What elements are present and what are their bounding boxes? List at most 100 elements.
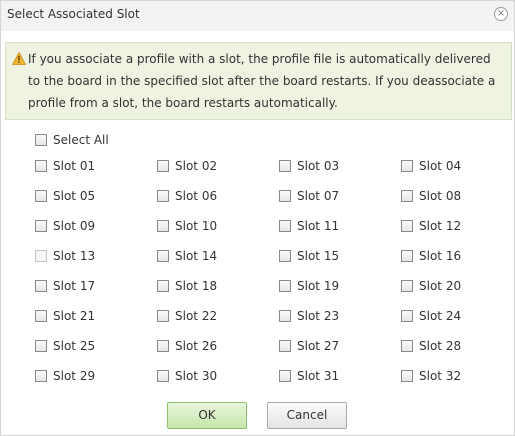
slot-option[interactable]: Slot 08: [401, 189, 461, 203]
slot-label: Slot 28: [419, 339, 462, 353]
slot-option[interactable]: Slot 21: [35, 309, 95, 323]
select-associated-slot-dialog: Select Associated Slot × If you associat…: [0, 0, 515, 436]
slot-option[interactable]: Slot 30: [157, 369, 217, 383]
slot-option[interactable]: Slot 16: [401, 249, 461, 263]
slot-checkbox[interactable]: [35, 340, 47, 352]
slot-option[interactable]: Slot 23: [279, 309, 339, 323]
slot-checkbox[interactable]: [279, 160, 291, 172]
slot-label: Slot 03: [297, 159, 340, 173]
slot-checkbox[interactable]: [401, 220, 413, 232]
slot-option: Slot 13: [35, 249, 95, 263]
slot-checkbox[interactable]: [157, 370, 169, 382]
slot-option[interactable]: Slot 31: [279, 369, 339, 383]
slot-checkbox[interactable]: [157, 190, 169, 202]
slot-option[interactable]: Slot 09: [35, 219, 95, 233]
slot-checkbox[interactable]: [157, 220, 169, 232]
slot-checkbox[interactable]: [279, 370, 291, 382]
slot-option[interactable]: Slot 18: [157, 279, 217, 293]
slot-option[interactable]: Slot 12: [401, 219, 461, 233]
slot-label: Slot 14: [175, 249, 218, 263]
select-all-label: Select All: [53, 133, 109, 147]
slot-checkbox[interactable]: [157, 340, 169, 352]
slot-checkbox[interactable]: [279, 250, 291, 262]
slot-option[interactable]: Slot 01: [35, 159, 95, 173]
cancel-button[interactable]: Cancel: [267, 402, 347, 429]
slot-checkbox[interactable]: [35, 310, 47, 322]
warning-triangle-icon: [12, 52, 26, 65]
slot-checkbox[interactable]: [157, 250, 169, 262]
slot-label: Slot 16: [419, 249, 462, 263]
slot-option[interactable]: Slot 07: [279, 189, 339, 203]
slot-label: Slot 29: [53, 369, 96, 383]
slot-option[interactable]: Slot 22: [157, 309, 217, 323]
slot-label: Slot 32: [419, 369, 462, 383]
slot-label: Slot 02: [175, 159, 218, 173]
slot-checkbox[interactable]: [157, 160, 169, 172]
slot-checkbox[interactable]: [279, 310, 291, 322]
slot-checkbox[interactable]: [401, 160, 413, 172]
slot-label: Slot 15: [297, 249, 340, 263]
slot-option[interactable]: Slot 19: [279, 279, 339, 293]
slot-checkbox[interactable]: [35, 280, 47, 292]
slot-option[interactable]: Slot 02: [157, 159, 217, 173]
slot-label: Slot 23: [297, 309, 340, 323]
slot-checkbox[interactable]: [401, 310, 413, 322]
slot-option[interactable]: Slot 32: [401, 369, 461, 383]
slot-option[interactable]: Slot 14: [157, 249, 217, 263]
slot-label: Slot 01: [53, 159, 96, 173]
slot-checkbox[interactable]: [401, 250, 413, 262]
slot-checkbox[interactable]: [401, 280, 413, 292]
slot-option[interactable]: Slot 15: [279, 249, 339, 263]
slot-checkbox[interactable]: [401, 370, 413, 382]
slot-option[interactable]: Slot 06: [157, 189, 217, 203]
select-all-checkbox[interactable]: [35, 134, 47, 146]
slot-label: Slot 08: [419, 189, 462, 203]
slot-label: Slot 05: [53, 189, 96, 203]
ok-button[interactable]: OK: [167, 402, 247, 429]
slot-checkbox: [35, 250, 47, 262]
close-icon[interactable]: ×: [494, 7, 508, 21]
slot-label: Slot 27: [297, 339, 340, 353]
slot-checkbox[interactable]: [279, 340, 291, 352]
slot-option[interactable]: Slot 03: [279, 159, 339, 173]
slot-option[interactable]: Slot 17: [35, 279, 95, 293]
slot-label: Slot 12: [419, 219, 462, 233]
slot-checkbox[interactable]: [157, 310, 169, 322]
slot-label: Slot 06: [175, 189, 218, 203]
slot-checkbox[interactable]: [35, 190, 47, 202]
slot-option[interactable]: Slot 26: [157, 339, 217, 353]
slot-option[interactable]: Slot 24: [401, 309, 461, 323]
slot-label: Slot 22: [175, 309, 218, 323]
notice-text: If you associate a profile with a slot, …: [28, 52, 496, 110]
slot-label: Slot 04: [419, 159, 462, 173]
slot-option[interactable]: Slot 10: [157, 219, 217, 233]
slot-label: Slot 30: [175, 369, 218, 383]
slot-checkbox[interactable]: [157, 280, 169, 292]
slot-option[interactable]: Slot 20: [401, 279, 461, 293]
slot-label: Slot 18: [175, 279, 218, 293]
slot-option[interactable]: Slot 04: [401, 159, 461, 173]
slot-label: Slot 09: [53, 219, 96, 233]
slot-option[interactable]: Slot 11: [279, 219, 339, 233]
slot-label: Slot 11: [297, 219, 340, 233]
slot-option[interactable]: Slot 05: [35, 189, 95, 203]
slot-label: Slot 10: [175, 219, 218, 233]
slot-option[interactable]: Slot 28: [401, 339, 461, 353]
slot-checkbox[interactable]: [279, 220, 291, 232]
select-all-option[interactable]: Select All: [35, 133, 109, 147]
slot-option[interactable]: Slot 27: [279, 339, 339, 353]
slot-checkbox[interactable]: [401, 190, 413, 202]
slot-checkbox[interactable]: [35, 370, 47, 382]
slot-label: Slot 21: [53, 309, 96, 323]
slot-option[interactable]: Slot 25: [35, 339, 95, 353]
slot-label: Slot 13: [53, 249, 96, 263]
slot-checkbox[interactable]: [279, 190, 291, 202]
slot-checkbox[interactable]: [35, 220, 47, 232]
slot-label: Slot 25: [53, 339, 96, 353]
slot-checkbox[interactable]: [35, 160, 47, 172]
slot-label: Slot 07: [297, 189, 340, 203]
slot-option[interactable]: Slot 29: [35, 369, 95, 383]
slot-checkbox[interactable]: [401, 340, 413, 352]
slot-checkbox[interactable]: [279, 280, 291, 292]
slot-label: Slot 19: [297, 279, 340, 293]
